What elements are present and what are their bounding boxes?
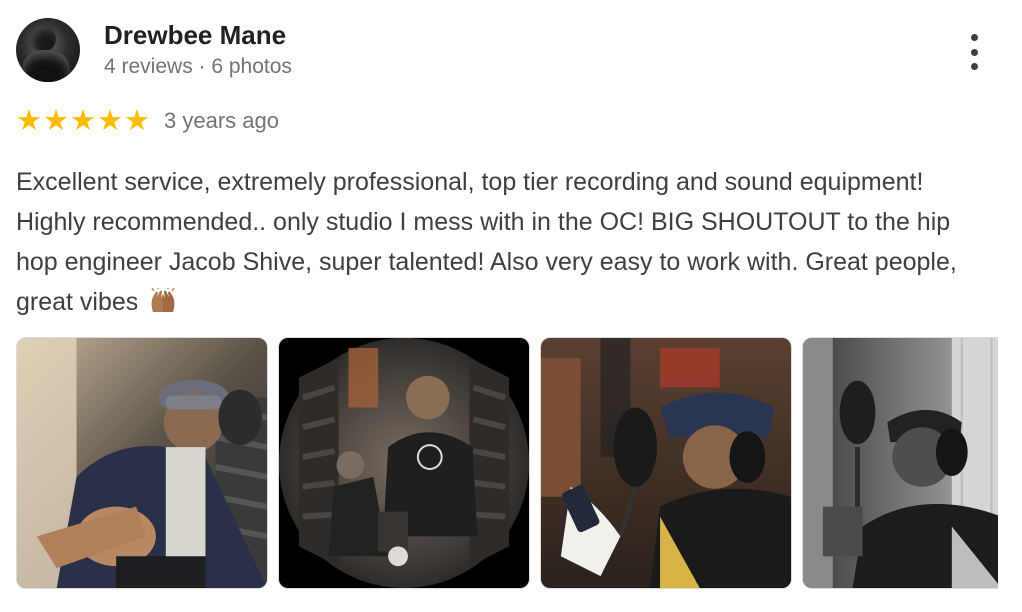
photo-strip xyxy=(16,337,998,589)
star-icon: ★ xyxy=(124,105,150,137)
star-icon: ★ xyxy=(43,105,69,137)
reviewer-info: Drewbee Mane 4 reviews · 6 photos xyxy=(104,19,292,81)
photo-4[interactable] xyxy=(802,337,998,589)
reviewer-header: Drewbee Mane 4 reviews · 6 photos xyxy=(16,18,292,82)
review-body: Excellent service, extremely professiona… xyxy=(16,162,996,322)
reviewer-meta: 4 reviews · 6 photos xyxy=(104,55,292,78)
dot xyxy=(970,34,978,41)
star-icon: ★ xyxy=(97,105,123,137)
more-options-icon[interactable] xyxy=(962,34,986,70)
photo-1[interactable] xyxy=(16,337,268,589)
star-icon: ★ xyxy=(70,105,96,137)
raising-hands-emoji-icon xyxy=(149,286,177,312)
photo-2[interactable] xyxy=(278,337,530,589)
reviewer-name[interactable]: Drewbee Mane xyxy=(104,19,292,51)
review-age: 3 years ago xyxy=(164,108,279,133)
avatar[interactable] xyxy=(16,18,80,82)
dot xyxy=(970,63,978,70)
rating-row: ★ ★ ★ ★ ★ 3 years ago xyxy=(16,106,279,136)
star-icon: ★ xyxy=(16,105,42,137)
star-rating: ★ ★ ★ ★ ★ xyxy=(16,106,151,136)
dot xyxy=(970,48,978,56)
photo-3[interactable] xyxy=(540,337,792,589)
